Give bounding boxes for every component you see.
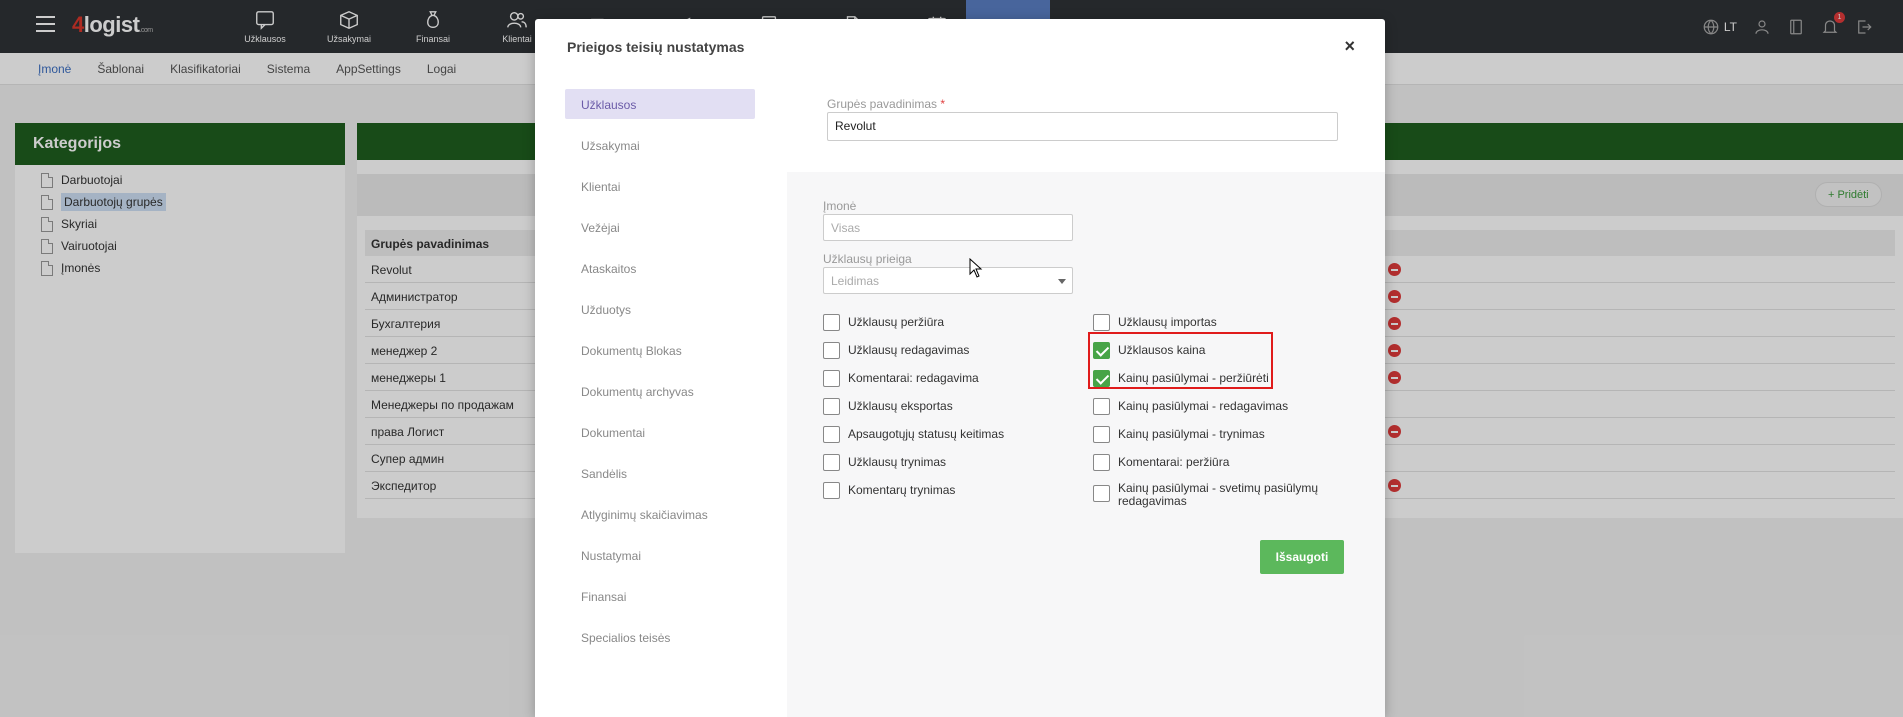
check-komentaru-trynimas[interactable]: Komentarų trynimas: [823, 482, 956, 502]
checkbox-label: Komentarai: peržiūra: [1118, 455, 1230, 469]
side-item-specialios-teises[interactable]: Specialios teisės: [565, 622, 755, 652]
checkbox[interactable]: [1093, 426, 1110, 443]
checkbox-label-line-2: redagavimas: [1118, 494, 1187, 508]
checkbox[interactable]: [823, 482, 840, 499]
access-select[interactable]: Leidimas: [823, 267, 1073, 294]
side-item-sandelis[interactable]: Sandėlis: [565, 458, 755, 488]
checkbox-label: Užklausų redagavimas: [848, 343, 970, 357]
check-uzklausu-redagavimas[interactable]: Užklausų redagavimas: [823, 342, 970, 362]
check-kainu-pasiulymai-redagavimas[interactable]: Kainų pasiūlymai - redagavimas: [1093, 398, 1289, 418]
access-label: Užklausų prieiga: [823, 252, 912, 266]
modal-title: Prieigos teisių nustatymas: [567, 39, 745, 55]
checkbox-label: Užklausų eksportas: [848, 399, 953, 413]
side-item-vezejai[interactable]: Vežėjai: [565, 212, 755, 242]
side-item-uzklausos[interactable]: Užklausos: [565, 89, 755, 119]
chevron-down-icon: [1058, 279, 1066, 284]
checkbox-label: Komentarai: redagavima: [848, 371, 979, 385]
group-name-input[interactable]: Revolut: [827, 112, 1338, 141]
checkbox[interactable]: [1093, 485, 1110, 502]
group-name-section: Grupės pavadinimas * Revolut: [787, 60, 1385, 172]
checkbox-label: Kainų pasiūlymai - svetimų pasiūlymų reda…: [1118, 482, 1318, 508]
highlight-annotation: [1088, 332, 1273, 389]
company-select[interactable]: Visas: [823, 214, 1073, 241]
checkbox-label: Užklausų peržiūra: [848, 315, 945, 329]
company-placeholder: Visas: [831, 221, 861, 235]
access-rights-modal: Prieigos teisių nustatymas × Užklausos U…: [535, 19, 1385, 717]
side-item-dokumentu-archyvas[interactable]: Dokumentų archyvas: [565, 376, 755, 406]
side-item-nustatymai[interactable]: Nustatymai: [565, 540, 755, 570]
mouse-cursor-icon: [969, 258, 983, 278]
close-icon[interactable]: ×: [1344, 37, 1355, 55]
check-apsaugotuju-statusu-keitimas[interactable]: Apsaugotųjų statusų keitimas: [823, 426, 1005, 446]
save-button[interactable]: Išsaugoti: [1260, 540, 1344, 574]
required-mark: *: [940, 97, 946, 111]
check-kainu-pasiulymai-trynimas[interactable]: Kainų pasiūlymai - trynimas: [1093, 426, 1265, 446]
checkbox[interactable]: [823, 398, 840, 415]
check-komentarai-redagavima[interactable]: Komentarai: redagavima: [823, 370, 979, 390]
checkbox[interactable]: [1093, 314, 1110, 331]
side-item-dokumentu-blokas[interactable]: Dokumentų Blokas: [565, 335, 755, 365]
check-svetimu-pasiulymu-redagavimas[interactable]: Kainų pasiūlymai - svetimų pasiūlymų reda…: [1093, 482, 1318, 510]
company-label: Įmonė: [823, 199, 857, 213]
side-item-atlyginimu-skaiciavimas[interactable]: Atlyginimų skaičiavimas: [565, 499, 755, 529]
checkbox-label: Užklausų trynimas: [848, 455, 947, 469]
side-item-klientai[interactable]: Klientai: [565, 171, 755, 201]
check-komentarai-perziura[interactable]: Komentarai: peržiūra: [1093, 454, 1230, 474]
side-item-ataskaitos[interactable]: Ataskaitos: [565, 253, 755, 283]
side-item-uzduotys[interactable]: Užduotys: [565, 294, 755, 324]
checkbox[interactable]: [823, 370, 840, 387]
checkbox[interactable]: [823, 342, 840, 359]
modal-content: Grupės pavadinimas * Revolut Įmonė Visas…: [787, 60, 1385, 717]
side-item-uzsakymai[interactable]: Užsakymai: [565, 130, 755, 160]
checkbox[interactable]: [823, 426, 840, 443]
checkbox[interactable]: [1093, 454, 1110, 471]
side-item-finansai[interactable]: Finansai: [565, 581, 755, 611]
access-placeholder: Leidimas: [831, 274, 880, 288]
check-uzklausu-perziura[interactable]: Užklausų peržiūra: [823, 314, 945, 334]
checkbox-label: Kainų pasiūlymai - trynimas: [1118, 427, 1265, 441]
modal-sidebar: Užklausos Užsakymai Klientai Vežėjai Ata…: [535, 60, 785, 717]
checkbox-label: Užklausų importas: [1118, 315, 1217, 329]
checkbox-label: Komentarų trynimas: [848, 483, 956, 497]
group-name-label: Grupės pavadinimas *: [827, 97, 946, 111]
check-uzklausu-trynimas[interactable]: Užklausų trynimas: [823, 454, 947, 474]
check-uzklausu-eksportas[interactable]: Užklausų eksportas: [823, 398, 953, 418]
side-item-dokumentai[interactable]: Dokumentai: [565, 417, 755, 447]
checkbox-label: Apsaugotųjų statusų keitimas: [848, 427, 1005, 441]
checkbox-label: Kainų pasiūlymai - redagavimas: [1118, 399, 1289, 413]
checkbox[interactable]: [823, 454, 840, 471]
checkbox[interactable]: [823, 314, 840, 331]
checkbox[interactable]: [1093, 398, 1110, 415]
